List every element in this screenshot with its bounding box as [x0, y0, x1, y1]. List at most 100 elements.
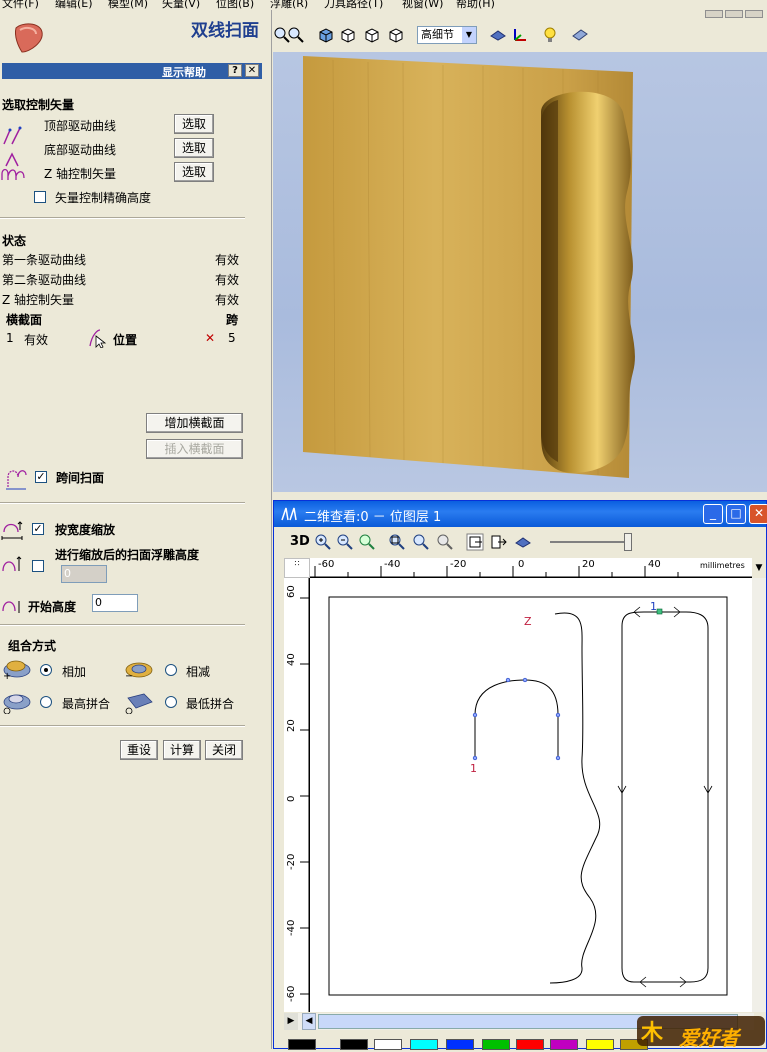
zoom-window-icon[interactable]	[436, 533, 454, 551]
iso-view-icon[interactable]	[317, 26, 335, 44]
front-view-icon[interactable]	[339, 26, 357, 44]
help-close-button[interactable]: ✕	[245, 64, 259, 77]
3d-scene[interactable]	[273, 52, 767, 492]
layers-icon[interactable]	[514, 533, 532, 551]
zoom-in-icon[interactable]	[314, 533, 332, 551]
palette-swatch-blue[interactable]	[446, 1039, 474, 1050]
scroll-left-button[interactable]: ◀	[302, 1013, 316, 1030]
shade-model-icon[interactable]	[489, 26, 507, 44]
combine-subtract-radio[interactable]	[165, 664, 177, 676]
2d-drawing-canvas[interactable]: Z 1 1	[310, 578, 752, 1012]
divider	[0, 217, 245, 219]
span-sweep-checkbox[interactable]: ✓	[35, 471, 47, 483]
scaled-float-label: 进行缩放后的扫面浮雕高度	[55, 548, 200, 562]
menu-help[interactable]: 帮助(H)	[456, 0, 495, 10]
help-button[interactable]: ?	[228, 64, 242, 77]
snap-grid-icon[interactable]	[466, 533, 484, 551]
zoom-previous-icon[interactable]	[358, 533, 376, 551]
reset-button[interactable]: 重设	[120, 740, 158, 760]
span-sweep-label: 跨间扫面	[56, 471, 105, 485]
span-sweep-icon	[6, 470, 27, 490]
2d-close-button[interactable]: ✕	[749, 504, 767, 524]
side-view-icon[interactable]	[363, 26, 381, 44]
light-icon[interactable]	[541, 26, 559, 44]
relief-logo-icon	[15, 23, 43, 53]
palette-swatch-cyan[interactable]	[410, 1039, 438, 1050]
palette-swatch-yellow[interactable]	[586, 1039, 614, 1050]
show-help-label[interactable]: 显示帮助	[162, 64, 206, 80]
divider	[0, 725, 245, 727]
combine-mode-heading: 组合方式	[8, 639, 57, 653]
combine-subtract-icon: −	[125, 662, 153, 680]
palette-swatch-black[interactable]	[340, 1039, 368, 1050]
combine-merge-high-radio[interactable]	[40, 696, 52, 708]
delete-cross-section-icon[interactable]: ✕	[205, 331, 215, 345]
calculate-button[interactable]: 计算	[163, 740, 201, 760]
combine-merge-low-radio[interactable]	[165, 696, 177, 708]
zoom-selection-icon[interactable]	[412, 533, 430, 551]
cross-section-index: 1	[6, 331, 14, 345]
2d-toolbar: 3D	[274, 528, 766, 556]
precise-height-checkbox[interactable]	[34, 191, 46, 203]
ruler-corner[interactable]: ∷	[284, 558, 310, 578]
slider-thumb[interactable]	[624, 533, 632, 551]
z-axis-control-label: Z 轴控制矢量	[44, 167, 117, 181]
panel-title: 双线扫面	[191, 21, 259, 41]
menu-model[interactable]: 模型(M)	[108, 0, 148, 10]
top-view-icon[interactable]	[387, 26, 405, 44]
close-button[interactable]: 关闭	[205, 740, 243, 760]
export-icon[interactable]	[490, 533, 508, 551]
select-top-curve-button[interactable]: 选取	[174, 114, 214, 134]
status-first-curve-label: 第一条驱动曲线	[2, 253, 87, 267]
palette-swatch-red[interactable]	[516, 1039, 544, 1050]
h-tick-label: 20	[582, 559, 595, 570]
menu-relief[interactable]: 浮雕(R)	[270, 0, 308, 10]
z-axis-icon	[1, 168, 25, 180]
add-cross-section-button[interactable]: 增加横截面	[146, 413, 243, 433]
select-bottom-curve-button[interactable]: 选取	[174, 138, 214, 158]
divider	[0, 502, 245, 504]
2d-minimize-button[interactable]: _	[703, 504, 723, 524]
combine-merge-high-icon	[3, 694, 31, 714]
rail-start-label: 1	[650, 600, 657, 613]
scaled-float-input[interactable]: 0	[61, 565, 107, 583]
scale-by-width-checkbox[interactable]: ✓	[32, 523, 44, 535]
menu-file[interactable]: 文件(F)	[2, 0, 39, 10]
menu-toolpath[interactable]: 刀具路径(T)	[324, 0, 383, 10]
zoom-icon[interactable]	[287, 26, 305, 44]
material-icon[interactable]	[571, 26, 589, 44]
h-tick-label: -20	[450, 559, 467, 570]
axes-icon[interactable]	[511, 26, 529, 44]
zoom-out-icon[interactable]	[336, 533, 354, 551]
scroll-left-arrow[interactable]: ▶	[284, 1013, 298, 1030]
2d-maximize-button[interactable]: □	[726, 504, 746, 524]
menu-bar: 文件(F) 编辑(E) 模型(M) 矢量(V) 位图(B) 浮雕(R) 刀具路径…	[0, 0, 767, 10]
cross-section-position: 位置	[113, 333, 138, 347]
ruler-menu-button[interactable]: ▼	[752, 558, 766, 578]
2d-view-titlebar[interactable]: 二维查看:0 － 位图层 1 _ □ ✕	[274, 501, 767, 527]
2d-view-title: 二维查看:0 － 位图层 1	[304, 510, 442, 525]
status-first-curve-value: 有效	[215, 253, 240, 267]
z-label: Z	[524, 615, 532, 628]
menu-window[interactable]: 视窗(W)	[402, 0, 443, 10]
select-z-axis-button[interactable]: 选取	[174, 162, 214, 182]
palette-swatch-black[interactable]	[288, 1039, 316, 1050]
palette-swatch-white[interactable]	[374, 1039, 402, 1050]
detail-level-select[interactable]: 高细节 ▼	[417, 26, 477, 44]
palette-swatch-green[interactable]	[482, 1039, 510, 1050]
toggle-3d-button[interactable]: 3D	[290, 534, 310, 549]
insert-cross-section-button[interactable]: 插入横截面	[146, 439, 243, 459]
combine-merge-low-icon	[125, 693, 153, 714]
vertical-scrollbar[interactable]	[752, 578, 766, 1012]
menu-edit[interactable]: 编辑(E)	[55, 0, 93, 10]
scale-by-width-label: 按宽度缩放	[55, 523, 116, 537]
scaled-float-checkbox[interactable]	[32, 560, 44, 572]
menu-bitmap[interactable]: 位图(B)	[216, 0, 254, 10]
palette-swatch-magenta[interactable]	[550, 1039, 578, 1050]
zoom-fit-icon[interactable]	[388, 533, 406, 551]
v-tick-label: 20	[286, 719, 297, 732]
menu-vector[interactable]: 矢量(V)	[162, 0, 200, 10]
start-height-input[interactable]: 0	[92, 594, 138, 612]
status-z-axis-value: 有效	[215, 293, 240, 307]
combine-add-radio[interactable]	[40, 664, 52, 676]
